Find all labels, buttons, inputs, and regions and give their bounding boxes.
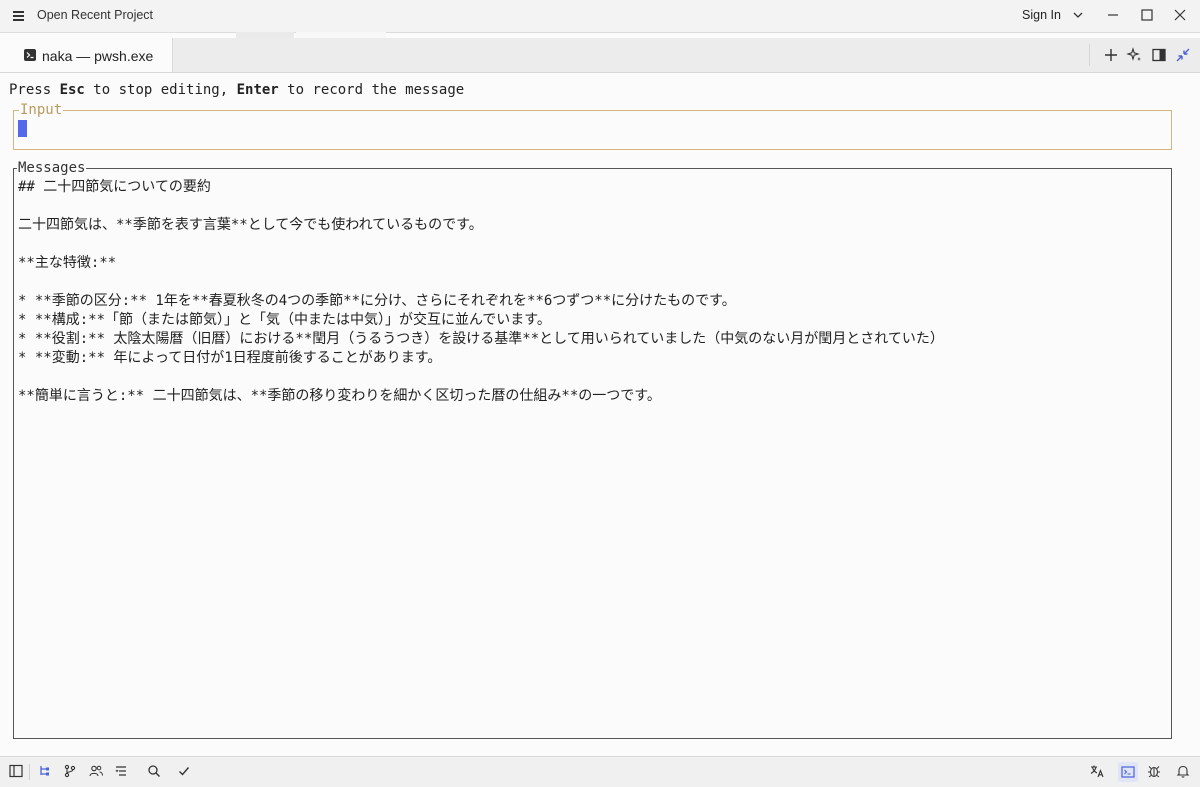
chevron-down-icon[interactable] (1071, 8, 1085, 22)
editing-hint: Press Esc to stop editing, Enter to reco… (9, 82, 465, 98)
enter-key-label: Enter (236, 82, 279, 98)
text-cursor (18, 120, 27, 137)
terminal-panel-button[interactable] (1118, 762, 1138, 782)
close-icon[interactable] (1170, 5, 1190, 25)
git-branch-icon[interactable] (62, 763, 78, 779)
terminal-icon (24, 49, 36, 61)
outline-icon[interactable] (37, 763, 53, 779)
tab-bar: naka — pwsh.exe (0, 38, 1200, 73)
plus-icon[interactable] (1102, 46, 1120, 64)
message-line: **主な特徴:** (18, 255, 117, 271)
debug-icon[interactable] (1146, 763, 1162, 779)
sign-in-button[interactable]: Sign In (1022, 8, 1061, 22)
esc-key-label: Esc (59, 82, 85, 98)
title-bar: Open Recent Project Sign In (0, 0, 1200, 33)
input-legend: Input (19, 102, 64, 118)
messages-list: ## 二十四節気についての要約 二十四節気は、**季節を表す言葉**として今でも… (18, 178, 1167, 406)
message-line: * **変動:** 年によって日付が1日程度前後することがあります。 (18, 350, 442, 366)
message-line: * **季節の区分:** 1年を**春夏秋冬の4つの季節**に分け、さらにそれぞ… (18, 293, 736, 309)
check-icon[interactable] (176, 763, 192, 779)
message-input-box[interactable]: Input (13, 102, 1172, 150)
translate-icon[interactable] (1089, 763, 1105, 779)
message-line (18, 368, 1167, 387)
terminal-pane[interactable]: Press Esc to stop editing, Enter to reco… (0, 73, 1200, 756)
people-icon[interactable] (88, 763, 104, 779)
status-bar (0, 756, 1200, 787)
open-recent-project-button[interactable]: Open Recent Project (37, 8, 153, 22)
collapse-icon[interactable] (1174, 46, 1192, 64)
message-line: * **構成:**「節（または節気）」と「気（中または中気）」が交互に並んでいま… (18, 312, 551, 328)
message-line: **簡単に言うと:** 二十四節気は、**季節の移り変わりを細かく区切った暦の仕… (18, 388, 661, 404)
terminal-panel-icon (1121, 766, 1135, 778)
message-line (18, 197, 1167, 216)
messages-legend: Messages (17, 160, 87, 176)
tab-label: naka — pwsh.exe (42, 48, 154, 64)
tab-terminal[interactable]: naka — pwsh.exe (0, 38, 173, 72)
search-icon[interactable] (146, 763, 162, 779)
message-line: * **役割:** 太陰太陽暦（旧暦）における**閏月（うるうつき）を設ける基準… (18, 331, 944, 347)
messages-box: Messages ## 二十四節気についての要約 二十四節気は、**季節を表す言… (13, 160, 1172, 739)
notification-icon[interactable] (1175, 763, 1191, 779)
checklist-icon[interactable] (113, 763, 129, 779)
minimize-icon[interactable] (1103, 5, 1123, 25)
message-line: 二十四節気は、**季節を表す言葉**として今でも使われているものです。 (18, 217, 483, 233)
message-line: ## 二十四節気についての要約 (18, 179, 211, 195)
sparkle-icon[interactable] (1126, 46, 1144, 64)
message-line (18, 273, 1167, 292)
message-line (18, 235, 1167, 254)
split-pane-icon[interactable] (1150, 46, 1168, 64)
tab-toolbar (1089, 38, 1192, 72)
maximize-icon[interactable] (1137, 5, 1157, 25)
sidebar-icon[interactable] (8, 763, 24, 779)
menu-icon[interactable] (12, 7, 28, 23)
